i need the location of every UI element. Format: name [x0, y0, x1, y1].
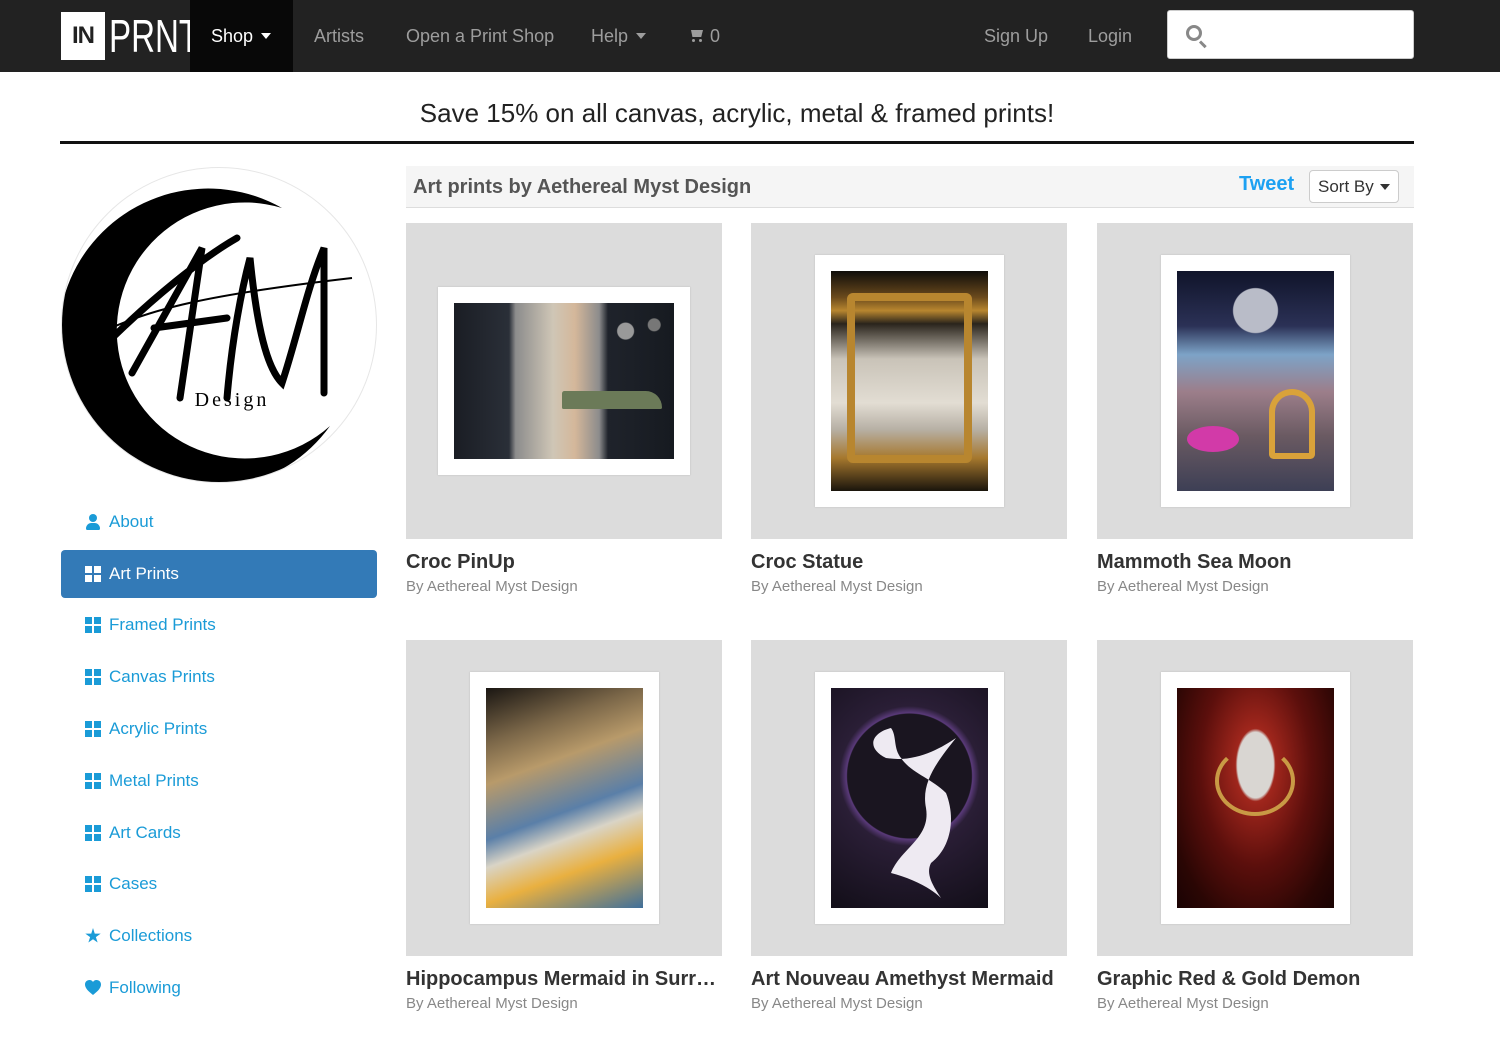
- print-thumbnail[interactable]: [1097, 640, 1413, 956]
- sidebar-item-label: Collections: [109, 926, 193, 945]
- nav-help-dropdown[interactable]: Help: [591, 0, 647, 72]
- top-navbar: IN PRNT Shop Artists Open a Print Shop H…: [0, 0, 1500, 72]
- logo-in: IN: [61, 12, 105, 60]
- sidebar-item-about[interactable]: About: [61, 498, 377, 546]
- chevron-down-icon: [261, 33, 272, 39]
- sidebar-item-art-cards[interactable]: Art Cards: [61, 809, 377, 857]
- print-thumbnail[interactable]: [751, 223, 1067, 539]
- nav-shop-dropdown[interactable]: Shop: [190, 0, 293, 72]
- sort-by-dropdown[interactable]: Sort By: [1309, 170, 1399, 203]
- sidebar-item-art-prints[interactable]: Art Prints: [61, 550, 377, 598]
- nav-sign-up[interactable]: Sign Up: [984, 0, 1048, 72]
- grid-icon: [85, 669, 101, 685]
- print-thumbnail[interactable]: [406, 640, 722, 956]
- sidebar-item-label: Framed Prints: [109, 615, 216, 634]
- chevron-down-icon: [1379, 183, 1390, 190]
- shopping-cart-icon: [689, 29, 705, 43]
- print-title[interactable]: Graphic Red & Gold Demon: [1097, 968, 1413, 991]
- heart-icon: [85, 980, 101, 996]
- print-artist[interactable]: By Aethereal Myst Design: [751, 995, 923, 1012]
- avatar-word: Design: [195, 389, 270, 411]
- am-design-logo: Design: [62, 188, 353, 482]
- print-artwork: [831, 688, 988, 908]
- star-icon: [85, 928, 101, 943]
- nav-shop-label: Shop: [211, 25, 254, 46]
- chevron-down-icon: [636, 33, 647, 39]
- print-artwork: [454, 303, 674, 459]
- sort-by-label: Sort By: [1318, 176, 1374, 196]
- grid-icon: [85, 876, 101, 892]
- promo-banner[interactable]: Save 15% on all canvas, acrylic, metal &…: [60, 84, 1414, 144]
- nav-artists[interactable]: Artists: [314, 0, 364, 72]
- print-artwork: [1177, 271, 1334, 491]
- print-artwork: [831, 271, 988, 491]
- sidebar-item-label: Art Cards: [109, 823, 181, 842]
- sidebar-item-canvas-prints[interactable]: Canvas Prints: [61, 653, 377, 701]
- search-icon: [1186, 25, 1202, 41]
- sidebar-item-acrylic-prints[interactable]: Acrylic Prints: [61, 705, 377, 753]
- gallery-title: Art prints by Aethereal Myst Design: [413, 176, 752, 198]
- grid-icon: [85, 825, 101, 841]
- print-artist[interactable]: By Aethereal Myst Design: [1097, 995, 1269, 1012]
- search-box[interactable]: [1167, 10, 1414, 59]
- sidebar-item-label: About: [109, 512, 154, 531]
- sidebar-item-label: Cases: [109, 874, 158, 893]
- print-thumbnail[interactable]: [751, 640, 1067, 956]
- sidebar-item-label: Following: [109, 978, 181, 997]
- print-title[interactable]: Mammoth Sea Moon: [1097, 551, 1413, 574]
- nav-open-print-shop[interactable]: Open a Print Shop: [406, 0, 554, 72]
- print-title[interactable]: Hippocampus Mermaid in Surr…: [406, 968, 722, 991]
- sidebar-item-label: Acrylic Prints: [109, 719, 208, 738]
- print-title[interactable]: Croc Statue: [751, 551, 1067, 574]
- print-artist[interactable]: By Aethereal Myst Design: [406, 578, 578, 595]
- grid-icon: [85, 617, 101, 633]
- grid-icon: [85, 566, 101, 582]
- search-input[interactable]: [1216, 19, 1401, 51]
- sidebar-item-framed-prints[interactable]: Framed Prints: [61, 601, 377, 649]
- print-artist[interactable]: By Aethereal Myst Design: [751, 578, 923, 595]
- nav-cart[interactable]: 0: [689, 0, 720, 72]
- print-artwork: [486, 688, 643, 908]
- artist-avatar[interactable]: Design: [61, 167, 377, 483]
- print-artist[interactable]: By Aethereal Myst Design: [1097, 578, 1269, 595]
- grid-icon: [85, 721, 101, 737]
- sidebar-item-label: Art Prints: [109, 564, 179, 583]
- nav-login[interactable]: Login: [1088, 0, 1132, 72]
- tweet-button[interactable]: Tweet: [1239, 173, 1294, 196]
- sidebar-item-collections[interactable]: Collections: [61, 912, 377, 960]
- print-thumbnail[interactable]: [406, 223, 722, 539]
- print-thumbnail[interactable]: [1097, 223, 1413, 539]
- nav-help-label: Help: [591, 25, 629, 46]
- print-artist[interactable]: By Aethereal Myst Design: [406, 995, 578, 1012]
- grid-icon: [85, 773, 101, 789]
- print-title[interactable]: Croc PinUp: [406, 551, 722, 574]
- user-icon: [85, 514, 101, 530]
- logo-prnt: PRNT: [109, 10, 200, 62]
- sidebar-item-label: Canvas Prints: [109, 667, 215, 686]
- sidebar-item-cases[interactable]: Cases: [61, 860, 377, 908]
- sidebar-item-label: Metal Prints: [109, 771, 199, 790]
- sidebar-item-metal-prints[interactable]: Metal Prints: [61, 757, 377, 805]
- sidebar-item-following[interactable]: Following: [61, 964, 377, 1012]
- cart-count: 0: [710, 25, 721, 46]
- gallery-header: Art prints by Aethereal Myst Design Twee…: [406, 166, 1414, 208]
- print-title[interactable]: Art Nouveau Amethyst Mermaid: [751, 968, 1067, 991]
- print-artwork: [1177, 688, 1334, 908]
